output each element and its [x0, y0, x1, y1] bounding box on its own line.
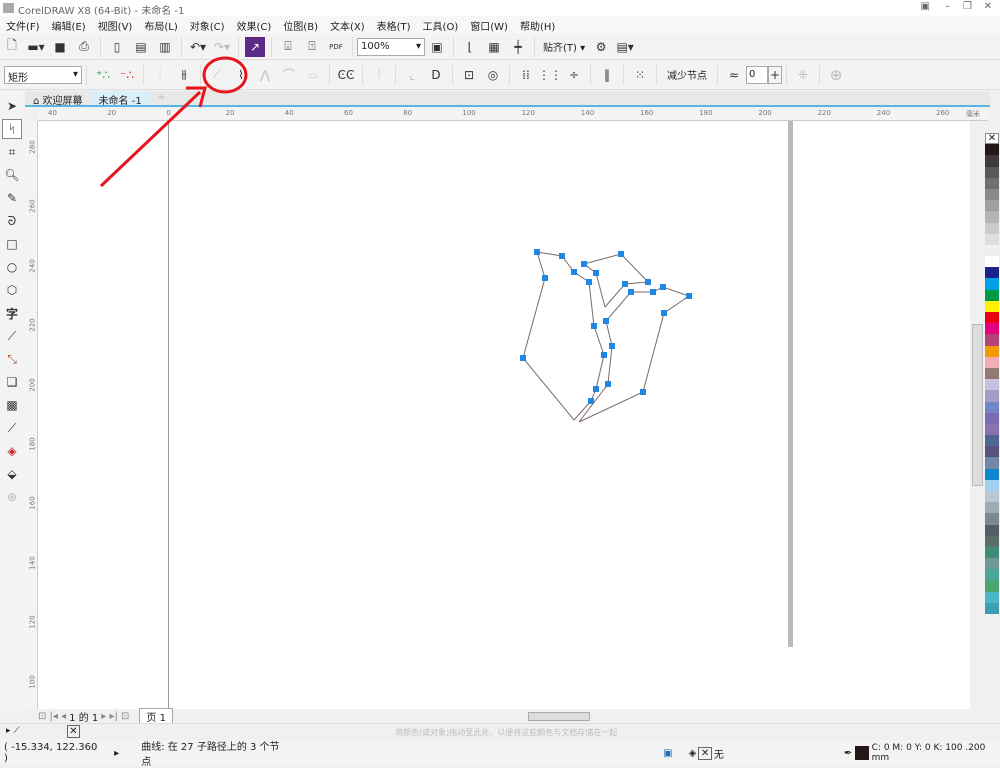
red-highlight-circle: [202, 56, 248, 94]
color-swatch[interactable]: [985, 211, 999, 223]
color-swatch[interactable]: [985, 546, 999, 559]
color-swatch[interactable]: [985, 144, 999, 156]
color-swatch[interactable]: [985, 569, 999, 581]
color-swatch[interactable]: [985, 513, 999, 525]
curve-node[interactable]: [593, 270, 599, 276]
no-color-swatch[interactable]: ✕: [985, 133, 999, 145]
color-swatch[interactable]: [985, 379, 999, 391]
curve-node[interactable]: [686, 293, 692, 299]
color-swatch[interactable]: [985, 446, 999, 458]
page-navigator: ⊡ |◂ ◂ 1 的 1 ▸ ▸| ⊡ 页 1: [38, 708, 985, 724]
palette-hint: 将颜色(或对象)拖动至此处，以便将这些颜色与文档存储在一起: [395, 728, 618, 737]
fill-value: 无: [713, 749, 724, 761]
page-nav-arrows-left[interactable]: ⊡ |◂ ◂: [38, 711, 66, 722]
curve-node[interactable]: [640, 389, 646, 395]
color-swatch[interactable]: [985, 166, 999, 178]
curve-node[interactable]: [650, 289, 656, 295]
color-swatch[interactable]: [985, 345, 999, 357]
color-swatch[interactable]: [985, 267, 999, 279]
color-swatch[interactable]: [985, 401, 999, 413]
color-swatch[interactable]: [985, 334, 999, 346]
color-swatch[interactable]: [985, 200, 999, 212]
cursor-coordinates: ( -15.334, 122.360 ): [4, 742, 98, 764]
curve-path: [582, 253, 650, 308]
color-swatch[interactable]: [985, 312, 999, 324]
color-swatch[interactable]: [985, 233, 999, 245]
curve-node[interactable]: [601, 352, 607, 358]
curve-node[interactable]: [605, 381, 611, 387]
color-swatch[interactable]: [985, 502, 999, 514]
color-swatch[interactable]: [985, 289, 999, 301]
color-swatch[interactable]: [985, 491, 999, 503]
curve-node[interactable]: [645, 279, 651, 285]
curve-node[interactable]: [542, 275, 548, 281]
fill-icon[interactable]: ◈: [689, 748, 697, 759]
status-bar: ( -15.334, 122.360 ) ▸ 曲线: 在 27 子路径上的 3 …: [0, 740, 1000, 768]
curve-node[interactable]: [603, 318, 609, 324]
curve-node[interactable]: [628, 289, 634, 295]
red-arrow-line: [99, 90, 202, 188]
curve-node[interactable]: [571, 269, 577, 275]
color-swatch[interactable]: [985, 457, 999, 469]
color-swatch[interactable]: [985, 524, 999, 536]
color-palette: ✕: [985, 133, 999, 615]
color-swatch[interactable]: [985, 435, 999, 447]
curve-node[interactable]: [581, 261, 587, 267]
color-swatch[interactable]: [985, 278, 999, 290]
curve-path: [522, 251, 605, 421]
page-tab[interactable]: 页 1: [139, 708, 173, 724]
curve-node[interactable]: [661, 310, 667, 316]
curve-node[interactable]: [520, 355, 526, 361]
drawing-canvas[interactable]: [38, 56, 970, 709]
color-swatch[interactable]: [985, 580, 999, 592]
curve-node[interactable]: [609, 343, 615, 349]
curve-node[interactable]: [559, 253, 565, 259]
no-color-swatch[interactable]: ✕: [67, 725, 80, 738]
curve-node[interactable]: [588, 398, 594, 404]
curve-path: [578, 286, 691, 423]
outline-pen-icon[interactable]: ✒: [844, 748, 852, 759]
color-swatch[interactable]: [985, 423, 999, 436]
color-swatch[interactable]: [985, 222, 999, 234]
page-count: 1 的 1: [69, 712, 99, 724]
color-swatch[interactable]: [985, 558, 999, 570]
curve-node[interactable]: [586, 279, 592, 285]
color-swatch[interactable]: [985, 602, 999, 615]
palette-menu-icon[interactable]: ▸ ⟋: [6, 726, 20, 736]
color-swatch[interactable]: [985, 244, 999, 257]
curve-node[interactable]: [591, 323, 597, 329]
color-proof-icon[interactable]: ▣: [663, 748, 672, 759]
horizontal-scrollbar[interactable]: [493, 711, 913, 721]
color-swatch[interactable]: [985, 356, 999, 368]
curve-node[interactable]: [660, 284, 666, 290]
color-swatch[interactable]: [985, 412, 999, 424]
color-swatch[interactable]: [985, 390, 999, 402]
outline-value: C: 0 M: 0 Y: 0 K: 100 .200 mm: [871, 743, 986, 763]
color-swatch[interactable]: [985, 479, 999, 491]
play-icon[interactable]: ▸: [114, 748, 119, 759]
color-swatch[interactable]: [985, 367, 999, 380]
color-swatch[interactable]: [985, 535, 999, 547]
color-swatch[interactable]: [985, 323, 999, 335]
color-swatch[interactable]: [985, 300, 999, 312]
color-swatch[interactable]: [985, 591, 999, 603]
curve-node[interactable]: [593, 386, 599, 392]
no-fill-swatch: ✕: [698, 746, 712, 760]
curve-node[interactable]: [534, 249, 540, 255]
curve-node[interactable]: [618, 251, 624, 257]
curve-node[interactable]: [622, 281, 628, 287]
vertical-scrollbar[interactable]: [972, 324, 983, 486]
color-swatch[interactable]: [985, 256, 999, 268]
outline-color-swatch: [855, 746, 869, 760]
selection-info: 曲线: 在 27 子路径上的 3 个节点: [141, 742, 280, 768]
drawing-svg: [99, 56, 692, 423]
page-nav-arrows-right[interactable]: ▸ ▸| ⊡: [101, 711, 129, 722]
color-swatch[interactable]: [985, 188, 999, 201]
color-swatch[interactable]: [985, 155, 999, 167]
color-swatch[interactable]: [985, 468, 999, 480]
color-swatch[interactable]: [985, 177, 999, 189]
annotation: [99, 56, 248, 188]
